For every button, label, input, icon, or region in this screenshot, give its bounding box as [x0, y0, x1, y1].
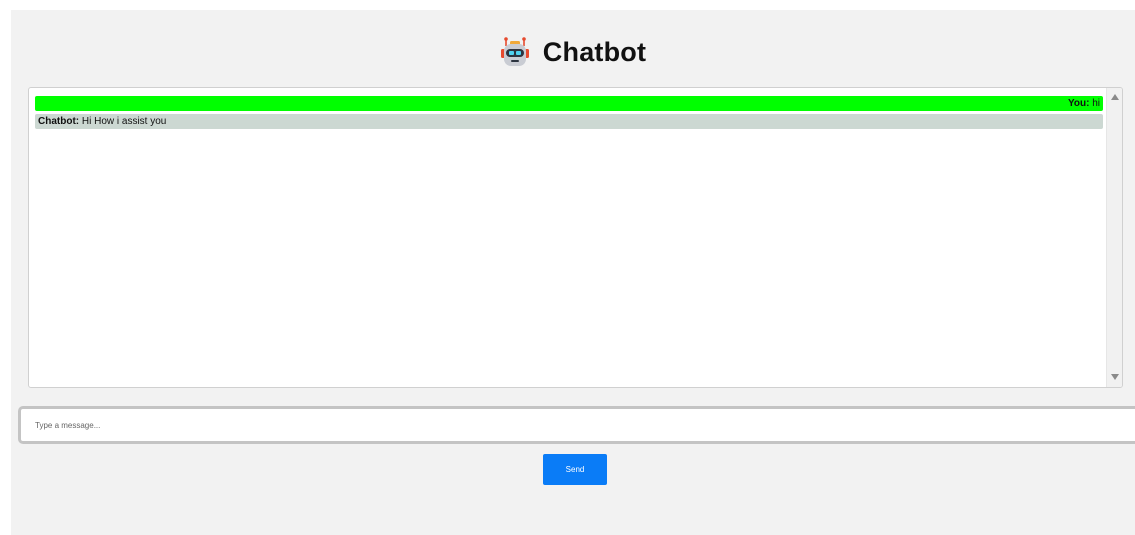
message-list: You: hi Chatbot: Hi How i assist you: [35, 96, 1103, 132]
message-sender: You:: [1067, 98, 1090, 109]
chat-log[interactable]: You: hi Chatbot: Hi How i assist you: [28, 87, 1123, 388]
send-button[interactable]: Send: [543, 454, 607, 485]
message-input[interactable]: [21, 409, 1135, 441]
message-sender: Chatbot:: [38, 116, 80, 127]
message-input-wrapper: [18, 406, 1135, 444]
scroll-down-arrow-icon[interactable]: [1111, 374, 1119, 380]
message-text: hi: [1089, 98, 1100, 109]
header: Chatbot: [11, 32, 1135, 72]
message-text: Hi How i assist you: [79, 116, 167, 127]
bot-message: Chatbot: Hi How i assist you: [35, 114, 1103, 129]
scroll-up-arrow-icon[interactable]: [1111, 94, 1119, 100]
chatbot-app: Chatbot You: hi Chatbot: Hi How i assist…: [11, 10, 1135, 535]
robot-icon: [500, 36, 530, 68]
user-message: You: hi: [35, 96, 1103, 111]
chat-scrollbar[interactable]: [1106, 88, 1122, 387]
page-title: Chatbot: [542, 36, 647, 67]
